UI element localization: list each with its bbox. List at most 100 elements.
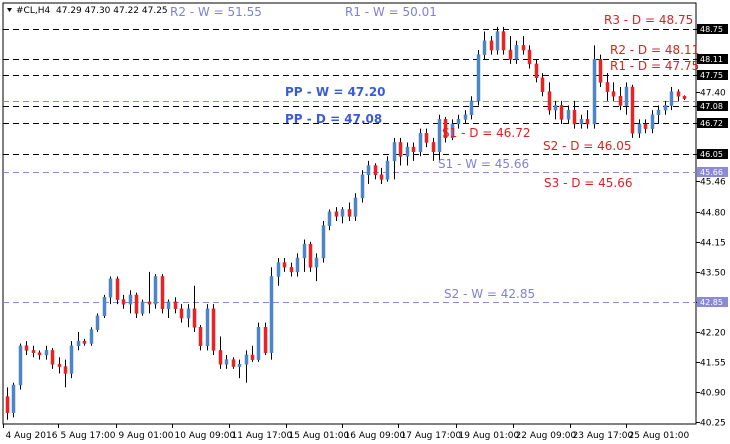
- x-tick-label: 17 Aug 17:00: [401, 431, 462, 441]
- price-tag: 48.11: [700, 55, 723, 64]
- price-tag: 45.66: [700, 168, 723, 177]
- candle-bullish: [108, 278, 113, 298]
- candle-bullish: [140, 301, 145, 314]
- price-tag: 48.75: [700, 25, 723, 34]
- price-tag: 46.72: [700, 119, 723, 128]
- candle-bullish: [566, 109, 571, 120]
- candle-bullish: [102, 296, 107, 316]
- candle-bearish: [373, 165, 378, 176]
- y-tick-label: 43.50: [700, 269, 726, 279]
- candle-bullish: [256, 327, 261, 360]
- candle-bearish: [63, 366, 68, 374]
- price-tag: 47.08: [700, 102, 723, 111]
- candle-bearish: [282, 262, 287, 268]
- candle-bullish: [469, 100, 474, 115]
- candle-bearish: [147, 301, 152, 305]
- x-tick-label: 22 Aug 09:00: [516, 431, 577, 441]
- x-tick-label: 16 Aug 09:00: [345, 431, 406, 441]
- candle-bearish: [50, 350, 55, 365]
- chart-header: #CL,H4 47.29 47.30 47.22 47.25: [7, 6, 168, 16]
- candle-bullish: [553, 105, 558, 111]
- price-tag: 46.05: [700, 150, 723, 159]
- candle-bearish: [521, 45, 526, 51]
- candle-bullish: [295, 257, 300, 273]
- candle-bullish: [166, 301, 171, 310]
- price-tag: 42.85: [700, 298, 723, 307]
- candle-bullish: [276, 262, 281, 277]
- candle-bullish: [224, 359, 229, 365]
- candle-bearish: [643, 123, 648, 129]
- candle-bearish: [231, 359, 236, 367]
- x-tick-label: 11 Aug 17:00: [232, 431, 293, 441]
- candle-bearish: [540, 77, 545, 92]
- candle-bullish: [476, 54, 481, 102]
- candle-bearish: [682, 95, 687, 99]
- candle-bearish: [534, 63, 539, 79]
- y-tick-label: 44.15: [700, 239, 726, 249]
- candle-bullish: [237, 363, 242, 367]
- candle-bullish: [128, 294, 133, 305]
- candle-bullish: [44, 350, 49, 356]
- candle-bearish: [527, 49, 532, 65]
- candle-bullish: [495, 31, 500, 51]
- y-tick-label: 45.46: [700, 178, 726, 188]
- candle-bullish: [482, 40, 487, 55]
- candle-bearish: [289, 266, 294, 273]
- pivot-label-s1-w: S1 - W = 45.66: [438, 157, 529, 171]
- candle-bearish: [173, 301, 178, 310]
- candlestick-chart: R2 - W = 51.55 R1 - W = 50.01 R3 - D = 48.…: [0, 0, 730, 444]
- pivot-label-s2-w: S2 - W = 42.85: [444, 287, 535, 301]
- candle-bullish: [340, 209, 345, 217]
- pivot-label-r3-d: R3 - D = 48.75: [604, 13, 693, 27]
- candle-bearish: [547, 91, 552, 111]
- candle-bearish: [5, 396, 10, 414]
- candle-bullish: [437, 119, 442, 152]
- candle-bearish: [347, 209, 352, 217]
- candle-bearish: [398, 142, 403, 157]
- candle-bullish: [321, 225, 326, 259]
- pivot-label-s1-d: S1 - D = 46.72: [442, 126, 531, 140]
- x-tick-label: 9 Aug 01:00: [119, 431, 174, 441]
- candle-bearish: [160, 276, 165, 310]
- candle-bearish: [598, 59, 603, 83]
- candle-bullish: [418, 132, 423, 152]
- candle-bearish: [24, 345, 29, 351]
- candle-bullish: [244, 354, 249, 365]
- x-tick-label: 19 Aug 01:00: [459, 431, 520, 441]
- candle-bearish: [218, 350, 223, 365]
- candle-bearish: [611, 91, 616, 97]
- candle-bearish: [630, 86, 635, 134]
- candle-bullish: [637, 123, 642, 134]
- candle-bullish: [579, 119, 584, 125]
- candle-bearish: [431, 142, 436, 152]
- candle-bullish: [656, 109, 661, 115]
- candle-bearish: [211, 308, 216, 351]
- candle-bearish: [379, 174, 384, 180]
- x-tick-label: 15 Aug 01:00: [289, 431, 350, 441]
- candle-bullish: [69, 345, 74, 374]
- candle-bearish: [572, 109, 577, 125]
- candle-bullish: [366, 165, 371, 176]
- pivot-label-r1-d: R1 - D = 47.75: [610, 59, 699, 73]
- candle-bullish: [327, 211, 332, 226]
- candle-bullish: [205, 308, 210, 347]
- candle-bearish: [605, 82, 610, 92]
- candle-bearish: [31, 350, 36, 353]
- candle-bullish: [456, 119, 461, 125]
- ohlc-quote: 47.29 47.30 47.22 47.25: [56, 6, 168, 16]
- candle-bullish: [514, 45, 519, 60]
- candle-bearish: [559, 105, 564, 120]
- candle-bearish: [676, 91, 681, 97]
- candle-bullish: [186, 308, 191, 319]
- candle-bullish: [405, 146, 410, 157]
- candle-bullish: [669, 91, 674, 106]
- candle-bearish: [134, 294, 139, 314]
- y-tick-label: 44.80: [700, 209, 726, 219]
- candle-bullish: [89, 329, 94, 344]
- candle-bearish: [115, 278, 120, 300]
- candle-bearish: [308, 243, 313, 268]
- candle-bearish: [179, 308, 184, 319]
- y-tick-label: 40.90: [700, 389, 726, 399]
- candle-bearish: [37, 352, 42, 356]
- x-tick-label: 10 Aug 09:00: [175, 431, 236, 441]
